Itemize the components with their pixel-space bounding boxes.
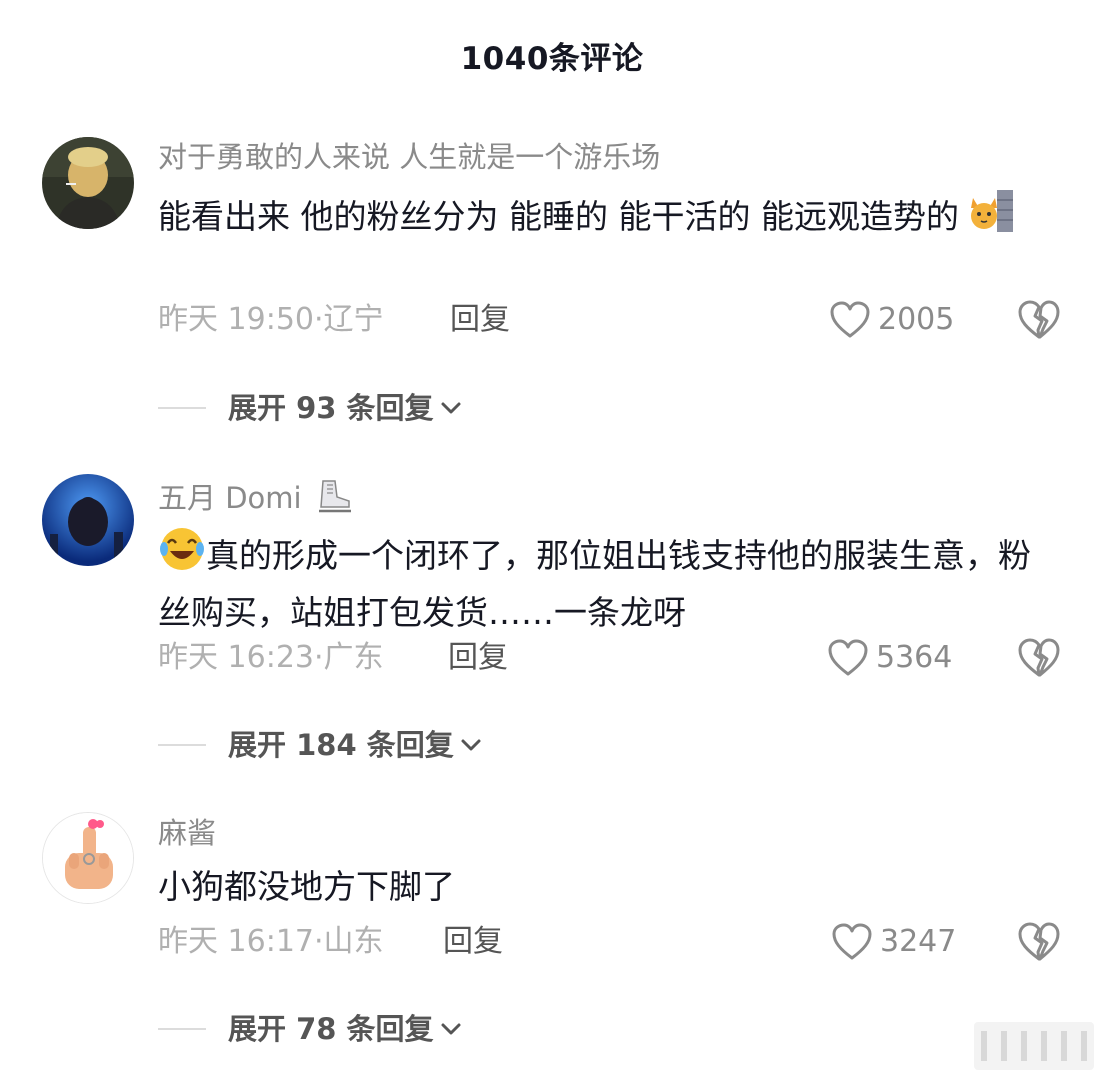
- avatar-hand-gesture-icon: [43, 813, 133, 903]
- laughing-crying-face-icon: [158, 525, 206, 587]
- like-count: 5364: [876, 640, 953, 675]
- comment-location: 山东: [323, 924, 384, 959]
- expand-replies-label: 展开 93 条回复: [228, 391, 434, 425]
- expand-replies-button[interactable]: 展开 78 条回复: [158, 1009, 464, 1049]
- expand-divider-line: [158, 407, 206, 409]
- dislike-button[interactable]: [1018, 638, 1060, 682]
- expand-divider-line: [158, 1028, 206, 1030]
- username-text[interactable]: 五月 Domi: [158, 481, 302, 515]
- like-count: 3247: [880, 924, 957, 959]
- comment-location: 辽宁: [323, 302, 384, 337]
- meta-separator: ·: [314, 924, 324, 959]
- chevron-down-icon: [441, 402, 461, 414]
- comment-text: 能看出来 他的粉丝分为 能睡的 能干活的 能远观造势的: [158, 197, 959, 236]
- comment-time: 昨天 16:23: [158, 640, 314, 675]
- like-button[interactable]: 5364: [828, 638, 952, 678]
- avatar[interactable]: [42, 137, 134, 229]
- comment-meta: 昨天 16:17·山东: [158, 922, 384, 962]
- like-button[interactable]: 2005: [830, 300, 954, 340]
- expand-replies-label: 展开 184 条回复: [228, 728, 454, 762]
- avatar-concert-icon: [42, 474, 134, 566]
- comment-content: 真的形成一个闭环了，那位姐出钱支持他的服装生意，粉丝购买，站姐打包发货……一条龙…: [158, 525, 1058, 638]
- comment-time: 昨天 16:17: [158, 924, 314, 959]
- broken-heart-icon: [1018, 300, 1060, 339]
- comment-username[interactable]: 麻酱: [158, 815, 216, 851]
- heart-outline-icon: [828, 639, 868, 676]
- comment-location: 广东: [323, 640, 384, 675]
- ice-skate-icon: [315, 477, 353, 523]
- like-button[interactable]: 3247: [832, 922, 956, 962]
- heart-outline-icon: [830, 301, 870, 338]
- avatar[interactable]: [42, 812, 134, 904]
- comment-time: 昨天 19:50: [158, 302, 314, 337]
- comment-username[interactable]: 对于勇敢的人来说 人生就是一个游乐场: [158, 139, 660, 175]
- heart-outline-icon: [832, 923, 872, 960]
- expand-replies-button[interactable]: 展开 184 条回复: [158, 725, 484, 765]
- like-count: 2005: [878, 302, 955, 337]
- comment-content: 能看出来 他的粉丝分为 能睡的 能干活的 能远观造势的: [158, 188, 1058, 248]
- avatar[interactable]: [42, 474, 134, 566]
- dislike-button[interactable]: [1018, 922, 1060, 966]
- chevron-down-icon: [441, 1023, 461, 1035]
- avatar-man-smoking-icon: [42, 137, 134, 229]
- comment-meta: 昨天 19:50·辽宁: [158, 300, 384, 340]
- expand-divider-line: [158, 744, 206, 746]
- comment-meta: 昨天 16:23·广东: [158, 638, 384, 678]
- comment-content: 小狗都没地方下脚了: [158, 861, 1058, 912]
- comment-text: 小狗都没地方下脚了: [158, 867, 455, 906]
- expand-replies-button[interactable]: 展开 93 条回复: [158, 388, 464, 428]
- reply-button[interactable]: 回复: [443, 922, 503, 962]
- meta-separator: ·: [314, 302, 324, 337]
- comment-username: 五月 Domi: [158, 477, 353, 523]
- dislike-button[interactable]: [1018, 300, 1060, 344]
- expand-replies-label: 展开 78 条回复: [228, 1012, 434, 1046]
- comments-title: 1040条评论: [460, 41, 644, 77]
- reply-button[interactable]: 回复: [448, 638, 508, 678]
- chevron-down-icon: [461, 739, 481, 751]
- broken-heart-icon: [1018, 638, 1060, 677]
- cat-peeking-icon: [969, 188, 1015, 248]
- reply-button[interactable]: 回复: [450, 300, 510, 340]
- broken-heart-icon: [1018, 922, 1060, 961]
- watermark: [974, 1022, 1094, 1070]
- comment-text: 真的形成一个闭环了，那位姐出钱支持他的服装生意，粉丝购买，站姐打包发货……一条龙…: [158, 536, 1031, 632]
- meta-separator: ·: [314, 640, 324, 675]
